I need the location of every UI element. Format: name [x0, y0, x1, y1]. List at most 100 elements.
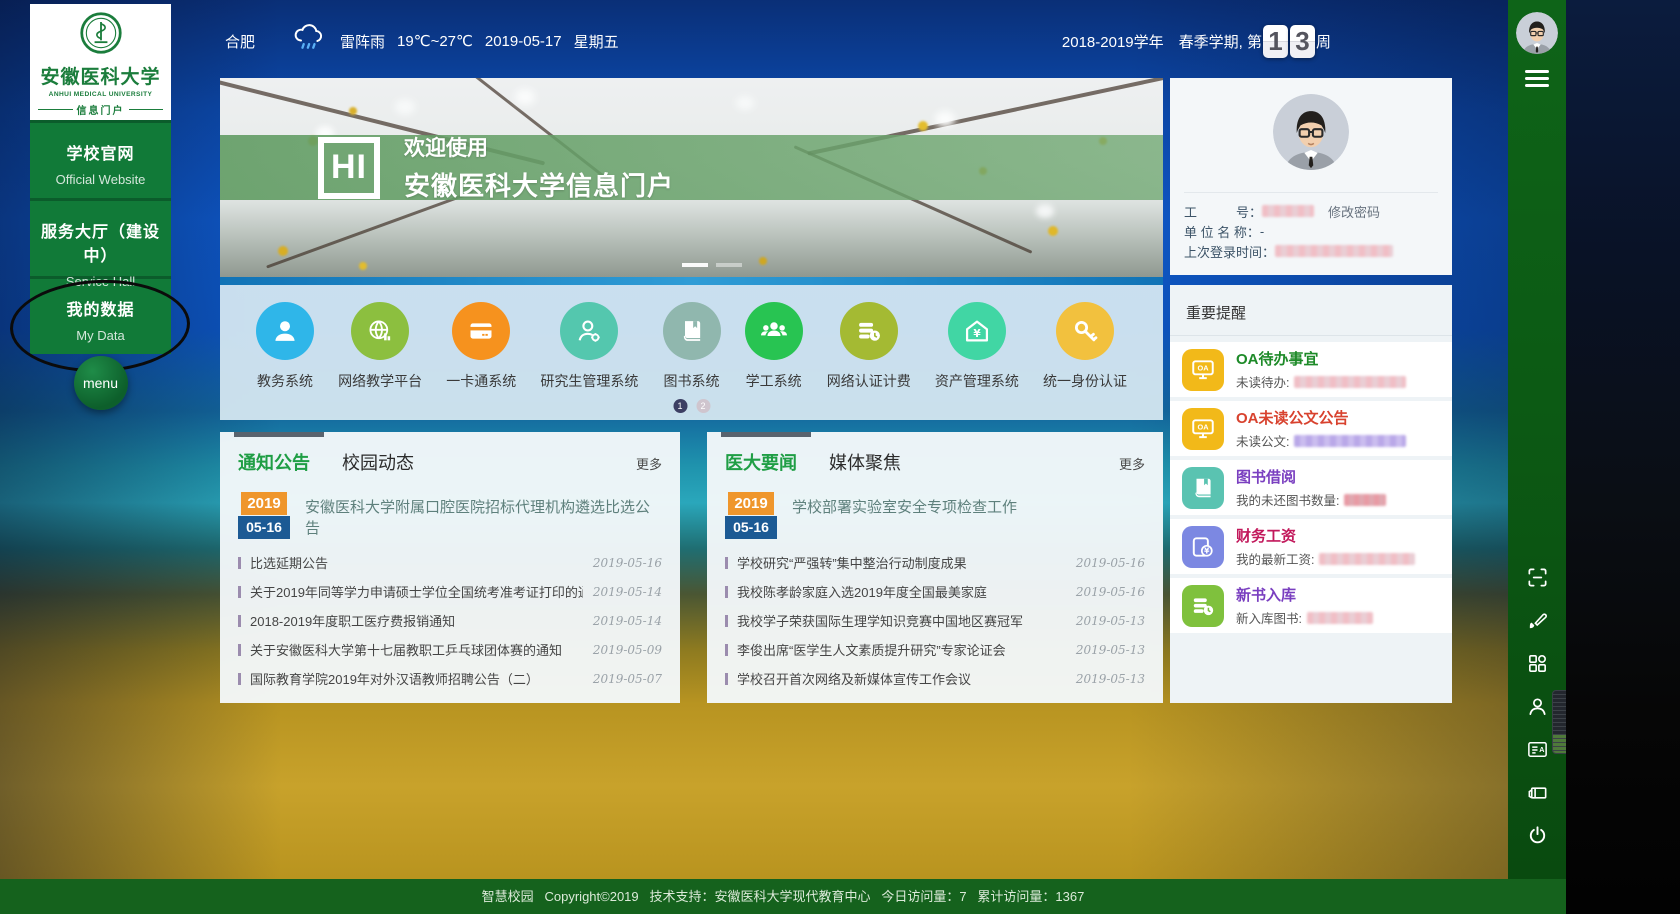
salary-card-icon: ¥ [1182, 526, 1224, 568]
welcome-banner[interactable]: HI 欢迎使用 安徽医科大学信息门户 [220, 78, 1163, 278]
list-item[interactable]: 学校召开首次网络及新媒体宣传工作会议2019-05-13 [725, 664, 1145, 693]
list-item[interactable]: 李俊出席“医学生人文素质提升研究”专家论证会2019-05-13 [725, 635, 1145, 664]
page-dot-1[interactable]: 1 [673, 399, 687, 413]
app-wangluo-jiaoxue[interactable]: 网络教学平台 [338, 302, 422, 391]
app-renzheng-jifei[interactable]: 网络认证计费 [827, 302, 911, 391]
app-tongyi-shenfen[interactable]: 统一身份认证 [1043, 302, 1127, 391]
tab-campus-news[interactable]: 校园动态 [342, 449, 414, 475]
redacted-count [1294, 376, 1406, 388]
sidebar-item-service-hall[interactable]: 服务大厅（建设中） Service Hall [30, 198, 171, 276]
banner-overlay: HI 欢迎使用 安徽医科大学信息门户 [220, 135, 1163, 200]
desktop-edge [1566, 0, 1680, 914]
more-link[interactable]: 更多 [1119, 454, 1145, 473]
app-jiaowu[interactable]: 教务系统 [256, 302, 314, 391]
reminders-panel: 重要提醒 OA OA待办事宜 未读待办: OA OA未读公文公告 未读公文: [1170, 285, 1452, 703]
list-item[interactable]: 2018-2019年度职工医疗费报销通知2019-05-14 [238, 606, 662, 635]
oa-monitor-icon: OA [1182, 408, 1224, 450]
svg-text:A: A [1539, 746, 1544, 754]
reminder-new-books[interactable]: 新书入库 新入库图书: [1170, 578, 1452, 633]
item-tick [238, 557, 241, 569]
semester-label: 2018-2019学年 春季学期, 第 [1062, 31, 1262, 52]
item-tick [725, 586, 728, 598]
reminder-oa-unread[interactable]: OA OA未读公文公告 未读公文: [1170, 401, 1452, 456]
item-tick [238, 673, 241, 685]
page-dot-2[interactable]: 2 [696, 399, 710, 413]
change-password-link[interactable]: 修改密码 [1328, 202, 1380, 221]
item-tick [725, 673, 728, 685]
reminder-library-loans[interactable]: 图书借阅 我的未还图书数量: [1170, 460, 1452, 515]
item-tick [725, 615, 728, 627]
featured-news[interactable]: 2019 05-16 学校部署实验室安全专项检查工作 [707, 475, 1163, 539]
redacted-count [1344, 494, 1386, 506]
brush-icon[interactable] [1526, 609, 1549, 632]
wintersweet-blossoms [220, 78, 226, 84]
id-card-icon[interactable]: A [1526, 738, 1549, 761]
date-badge: 2019 05-16 [238, 492, 290, 539]
reminder-oa-todo[interactable]: OA OA待办事宜 未读待办: [1170, 342, 1452, 397]
item-tick [238, 644, 241, 656]
app-zichan[interactable]: ¥ 资产管理系统 [935, 302, 1019, 391]
app-xuegong[interactable]: 学工系统 [745, 302, 803, 391]
list-clock-icon [1182, 585, 1224, 627]
quick-apps-panel: 教务系统 网络教学平台 一卡通系统 [220, 285, 1163, 420]
sidebar-item-official-website[interactable]: 学校官网 Official Website [30, 120, 171, 198]
svg-text:OA: OA [1197, 363, 1209, 372]
city-label: 合肥 [225, 31, 255, 52]
item-tick [238, 615, 241, 627]
more-link[interactable]: 更多 [636, 454, 662, 473]
redacted-count [1294, 435, 1406, 447]
list-item[interactable]: 我校陈孝龄家庭入选2019年度全国最美家庭2019-05-16 [725, 577, 1145, 606]
reminder-salary[interactable]: ¥ 财务工资 我的最新工资: [1170, 519, 1452, 574]
reminders-title: 重要提醒 [1170, 285, 1452, 335]
menu-button[interactable]: menu [74, 356, 128, 410]
list-item[interactable]: 关于2019年同等学力申请硕士学位全国统考准考证打印的通知2019-05-14 [238, 577, 662, 606]
redacted-amount [1319, 553, 1415, 565]
list-item[interactable]: 学校研究“严强转”集中整治行动制度成果2019-05-16 [725, 548, 1145, 577]
avatar-small[interactable] [1516, 12, 1558, 54]
item-tick [238, 586, 241, 598]
weekday-label: 星期五 [574, 31, 619, 52]
app-tushu[interactable]: 图书系统 [663, 302, 721, 391]
app-yanjiusheng[interactable]: 研究生管理系统 [540, 302, 638, 391]
tab-university-news[interactable]: 医大要闻 [725, 449, 797, 475]
list-item[interactable]: 我校学子荣获国际生理学知识竞赛中国地区赛冠军2019-05-13 [725, 606, 1145, 635]
oa-monitor-icon: OA [1182, 349, 1224, 391]
apps-grid-icon[interactable] [1526, 652, 1549, 675]
banner-welcome-line: 欢迎使用 [404, 132, 674, 162]
tab-notices[interactable]: 通知公告 [238, 449, 310, 475]
featured-notice[interactable]: 2019 05-16 安徽医科大学附属口腔医院招标代理机构遴选比选公告 [220, 475, 680, 539]
panel-top-strip [220, 277, 1163, 285]
hamburger-menu-icon[interactable] [1525, 70, 1549, 87]
user-profile-panel: 工 号： 修改密码 单 位 名 称： - 上次登录时间： [1170, 78, 1452, 275]
book-icon [1182, 467, 1224, 509]
item-tick [725, 557, 728, 569]
list-item[interactable]: 国际教育学院2019年对外汉语教师招聘公告（二）2019-05-07 [238, 664, 662, 693]
list-item[interactable]: 关于安徽医科大学第十七届教职工乒乓球团体赛的通知2019-05-09 [238, 635, 662, 664]
weather-bar: 合肥 雷阵雨 19℃~27℃ 2019-05-17 星期五 [225, 24, 619, 58]
employee-id-row: 工 号： 修改密码 [1184, 201, 1438, 221]
left-sidebar: 安徽医科大学 ANHUI MEDICAL UNIVERSITY 信息门户 学校官… [30, 4, 171, 354]
user-icon[interactable] [1526, 695, 1549, 718]
list-item[interactable]: 比选延期公告2019-05-16 [238, 548, 662, 577]
active-tab-bar [721, 432, 811, 437]
carousel-dash[interactable] [716, 263, 742, 267]
minimized-widget[interactable] [1552, 690, 1566, 754]
redacted-employee-id [1262, 205, 1314, 217]
tab-media-focus[interactable]: 媒体聚焦 [829, 449, 901, 475]
svg-text:¥: ¥ [973, 328, 981, 340]
power-icon[interactable] [1526, 824, 1549, 847]
avatar[interactable] [1273, 94, 1349, 170]
app-yikatong[interactable]: 一卡通系统 [446, 302, 516, 391]
svg-text:OA: OA [1197, 422, 1209, 431]
list-clock-icon [840, 302, 898, 360]
rain-cloud-icon [267, 3, 328, 73]
carousel-dash-active[interactable] [682, 263, 708, 267]
fullscreen-icon[interactable] [1526, 566, 1549, 589]
temperature-label: 19℃~27℃ [397, 32, 473, 50]
key-icon [1056, 302, 1114, 360]
carousel-indicator [682, 263, 742, 267]
wallet-icon[interactable] [1526, 781, 1549, 804]
divider [1170, 335, 1452, 336]
university-logo[interactable]: 安徽医科大学 ANHUI MEDICAL UNIVERSITY 信息门户 [30, 4, 171, 120]
unit-name-row: 单 位 名 称： - [1184, 221, 1438, 241]
